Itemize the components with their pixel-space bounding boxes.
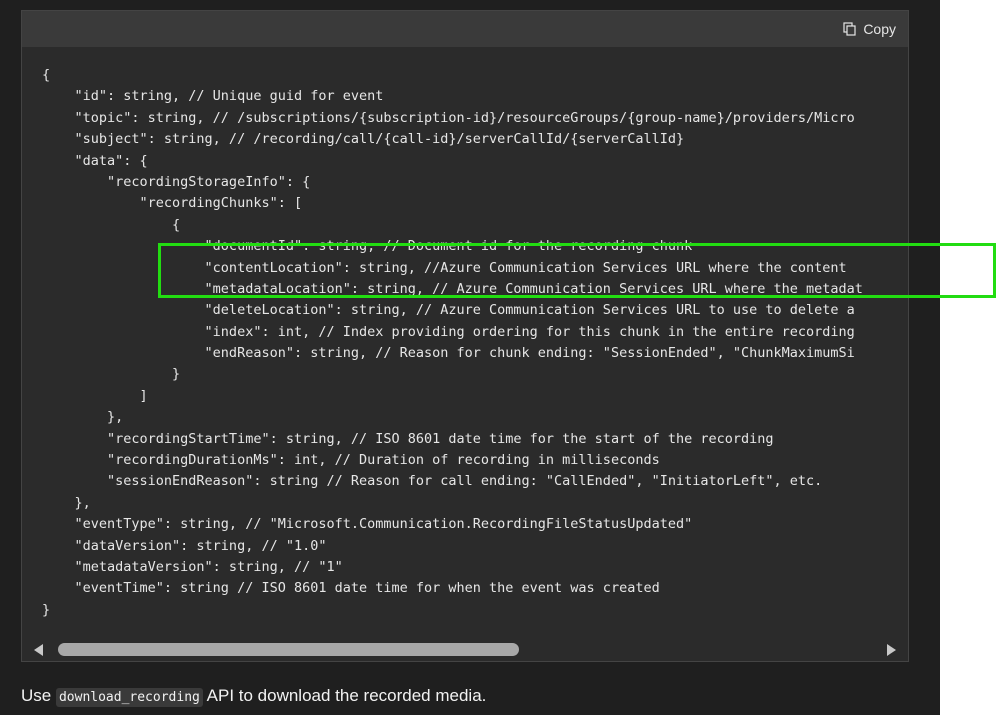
code-block: Copy { "id": string, // Unique guid for … [21,10,909,662]
code-line: "data": { [42,152,148,169]
footer-paragraph: Use download_recording API to download t… [21,684,486,710]
code-line: "recordingDurationMs": int, // Duration … [42,452,660,469]
horizontal-scrollbar[interactable] [22,639,908,661]
code-line: "dataVersion": string, // "1.0" [42,537,327,554]
code-lines: { "id": string, // Unique guid for event… [42,65,908,621]
code-line: "metadataVersion": string, // "1" [42,558,343,575]
code-line: "sessionEndReason": string // Reason for… [42,473,823,490]
code-line: { [42,67,51,83]
page: Copy { "id": string, // Unique guid for … [0,0,1002,715]
content-panel: Copy { "id": string, // Unique guid for … [0,0,940,715]
code-body[interactable]: { "id": string, // Unique guid for event… [42,65,908,625]
code-line: }, [42,409,124,426]
code-line: "topic": string, // /subscriptions/{subs… [42,109,855,126]
code-line: "recordingStartTime": string, // ISO 860… [42,430,774,447]
footer-suffix: API to download the recorded media. [202,686,487,705]
code-line: "recordingChunks": [ [42,195,303,212]
copy-icon [843,22,857,36]
inline-code: download_recording [55,688,203,707]
code-line: ] [42,387,148,404]
highlight-box [158,243,996,298]
scroll-left-arrow-icon[interactable] [34,644,43,656]
code-line: } [42,601,51,618]
code-line: "eventTime": string // ISO 8601 date tim… [42,580,660,597]
code-line: "recordingStorageInfo": { [42,173,311,190]
code-line: "subject": string, // /recording/call/{c… [42,131,685,148]
copy-label: Copy [863,21,896,37]
code-block-header: Copy [22,11,908,47]
code-line: "eventType": string, // "Microsoft.Commu… [42,516,693,533]
copy-button[interactable]: Copy [843,19,896,39]
code-line: "index": int, // Index providing orderin… [42,323,855,340]
code-line: "id": string, // Unique guid for event [42,88,384,105]
code-line: "endReason": string, // Reason for chunk… [42,345,855,362]
code-line: "deleteLocation": string, // Azure Commu… [42,302,855,319]
scroll-right-arrow-icon[interactable] [887,644,896,656]
code-line: } [42,366,181,383]
footer-prefix: Use [21,686,56,705]
code-line: { [42,216,181,233]
code-line: }, [42,494,91,511]
scrollbar-thumb[interactable] [58,643,519,656]
